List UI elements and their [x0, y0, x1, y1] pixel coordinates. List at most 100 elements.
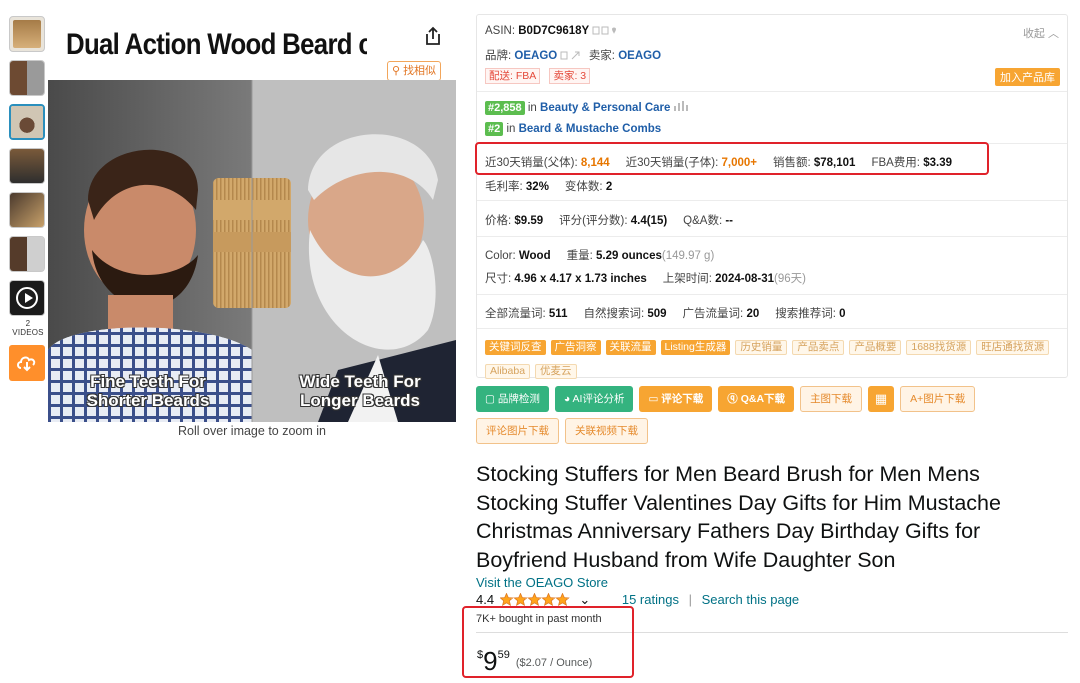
zoom-hint: Roll over image to zoom in: [178, 424, 326, 438]
price-rating-row: 价格: $9.59 评分(评分数): 4.4(15) Q&A数: --: [485, 212, 733, 228]
divider: [477, 294, 1067, 295]
recommend-label: 搜索推荐词:: [775, 308, 836, 320]
color-value: Wood: [518, 250, 551, 262]
variants-label: 变体数:: [564, 181, 603, 193]
tag-ad-insight[interactable]: 广告洞察: [550, 340, 601, 355]
ai-review-button[interactable]: ◕ AI评论分析: [554, 386, 634, 412]
listed-value: 2024-08-31: [715, 273, 774, 285]
chevron-down-icon[interactable]: ⌄: [579, 592, 590, 607]
thumbnail-3[interactable]: [9, 104, 45, 140]
brand-label: 品牌:: [485, 50, 512, 62]
margin-label: 毛利率:: [485, 181, 523, 193]
variants-value: 2: [605, 181, 613, 193]
share-icon[interactable]: [424, 26, 442, 46]
price-label: 价格:: [485, 215, 512, 227]
asin-label: ASIN:: [485, 25, 516, 37]
price-highlight: [462, 606, 634, 678]
qa-value: --: [725, 215, 734, 227]
related-video-download-button[interactable]: 关联视频下载: [565, 418, 648, 444]
brand-link[interactable]: OEAGO: [514, 50, 557, 62]
divider: [477, 328, 1067, 329]
seller-link[interactable]: OEAGO: [618, 50, 661, 62]
tag-wangdian-source[interactable]: 旺店通找货源: [976, 340, 1050, 355]
thumbnail-2[interactable]: [9, 60, 45, 96]
aplus-download-button[interactable]: A+图片下载: [900, 386, 976, 412]
divider: [477, 200, 1067, 201]
download-images-button[interactable]: [9, 345, 45, 381]
search-page-link[interactable]: Search this page: [702, 592, 800, 607]
thumbnail-4[interactable]: [9, 148, 45, 184]
star-rating[interactable]: [499, 593, 572, 606]
review-download-button[interactable]: ▭ 评论下载: [639, 386, 713, 412]
sales-highlight: [475, 142, 989, 175]
asin-row: ASIN: B0D7C9618Y: [485, 25, 618, 37]
rank-in-text: in: [527, 102, 537, 114]
weight-value: 5.29 ounces: [596, 250, 662, 262]
tool-button-row: ▢ 品牌检测 ◕ AI评论分析 ▭ 评论下载 ⓠ Q&A下载 主图下载 ▦ A+图片下载: [476, 386, 1076, 412]
copy-icon[interactable]: [592, 26, 618, 35]
tool-button-row-2: 评论图片下载 关联视频下载: [476, 418, 1076, 444]
seller-count-tag: 卖家: 3: [549, 68, 591, 84]
rating-value: 4.4(15): [630, 215, 668, 227]
thumbnail-strip: 2 VIDEOS: [9, 16, 47, 381]
main-product-image[interactable]: Fine Teeth For Shorter Beards Wide Teeth…: [48, 80, 456, 422]
traffic-total-value: 511: [548, 308, 568, 320]
main-image-download-button[interactable]: 主图下载: [800, 386, 863, 412]
rank-row-2: #2 in Beard & Mustache Combs: [485, 122, 661, 136]
traffic-row: 全部流量词: 511 自然搜索词: 509 广告流量词: 20 搜索推荐词: 0: [485, 305, 846, 321]
ads-value: 20: [746, 308, 760, 320]
seller-label: 卖家:: [588, 50, 616, 62]
tag-alibaba[interactable]: Alibaba: [485, 364, 531, 379]
store-link[interactable]: Visit the OEAGO Store: [476, 575, 608, 590]
calculator-button[interactable]: ▦: [868, 386, 895, 412]
separator: |: [688, 592, 692, 607]
margin-row: 毛利率: 32% 变体数: 2: [485, 178, 612, 194]
tag-youmaiyun[interactable]: 优麦云: [535, 364, 577, 379]
tag-selling-points[interactable]: 产品卖点: [792, 340, 845, 355]
tag-related-traffic[interactable]: 关联流量: [605, 340, 656, 355]
delivery-tag: 配送: FBA: [485, 68, 541, 84]
tag-product-summary[interactable]: 产品概要: [849, 340, 902, 355]
ads-label: 广告流量词:: [682, 308, 744, 320]
copy-link-icon[interactable]: [560, 51, 582, 60]
tag-1688-source[interactable]: 1688找货源: [906, 340, 972, 355]
thumbnail-6[interactable]: [9, 236, 45, 272]
divider: [477, 91, 1067, 92]
tag-listing-generator[interactable]: Listing生成器: [660, 340, 731, 355]
video-thumbnail[interactable]: [9, 280, 45, 316]
review-image-download-button[interactable]: 评论图片下载: [476, 418, 559, 444]
thumbnail-5[interactable]: [9, 192, 45, 228]
qa-download-button[interactable]: ⓠ Q&A下载: [718, 386, 795, 412]
fulfillment-row: 配送: FBA 卖家: 3: [485, 68, 596, 84]
rating-label: 评分(评分数):: [559, 215, 628, 227]
tag-keyword-reverse[interactable]: 关键词反查: [485, 340, 546, 355]
asin-value[interactable]: B0D7C9618Y: [518, 25, 589, 37]
weight-label: 重量:: [566, 250, 593, 262]
color-weight-row: Color: Wood 重量: 5.29 ounces(149.97 g): [485, 247, 714, 263]
listed-label: 上架时间:: [662, 273, 712, 285]
quick-tags: 关键词反查 广告洞察 关联流量 Listing生成器 历史销量 产品卖点 产品概要 1688找…: [485, 337, 1065, 385]
caption-fine-teeth: Fine Teeth For Shorter Beards: [86, 372, 210, 410]
product-data-panel: ASIN: B0D7C9618Y 收起 ︿ 品牌: OEAGO 卖家: OEAG…: [475, 14, 1068, 379]
category-link[interactable]: Beauty & Personal Care: [540, 102, 670, 114]
hero-illustration: [48, 80, 456, 422]
category-link[interactable]: Beard & Mustache Combs: [519, 123, 662, 135]
organic-value: 509: [647, 308, 667, 320]
tag-sales-history[interactable]: 历史销量: [735, 340, 788, 355]
rank-badge: #2: [485, 122, 504, 136]
organic-label: 自然搜索词:: [583, 308, 645, 320]
brand-check-button[interactable]: ▢ 品牌检测: [476, 386, 549, 412]
color-label: Color:: [485, 250, 516, 262]
divider: [477, 236, 1067, 237]
ratings-count-link[interactable]: 15 ratings: [622, 592, 679, 607]
listed-days: (96天): [773, 273, 806, 285]
play-icon: [16, 287, 38, 309]
add-to-library-button[interactable]: 加入产品库: [995, 68, 1060, 86]
videos-label: 2 VIDEOS: [12, 319, 44, 337]
thumbnail-1[interactable]: [9, 16, 45, 52]
find-similar-button[interactable]: ⚲ 找相似: [387, 61, 441, 81]
bar-chart-icon[interactable]: [673, 101, 688, 111]
find-similar-label: 找相似: [403, 65, 437, 77]
collapse-toggle[interactable]: 收起 ︿: [1023, 25, 1059, 41]
size-value: 4.96 x 4.17 x 1.73 inches: [514, 273, 647, 285]
